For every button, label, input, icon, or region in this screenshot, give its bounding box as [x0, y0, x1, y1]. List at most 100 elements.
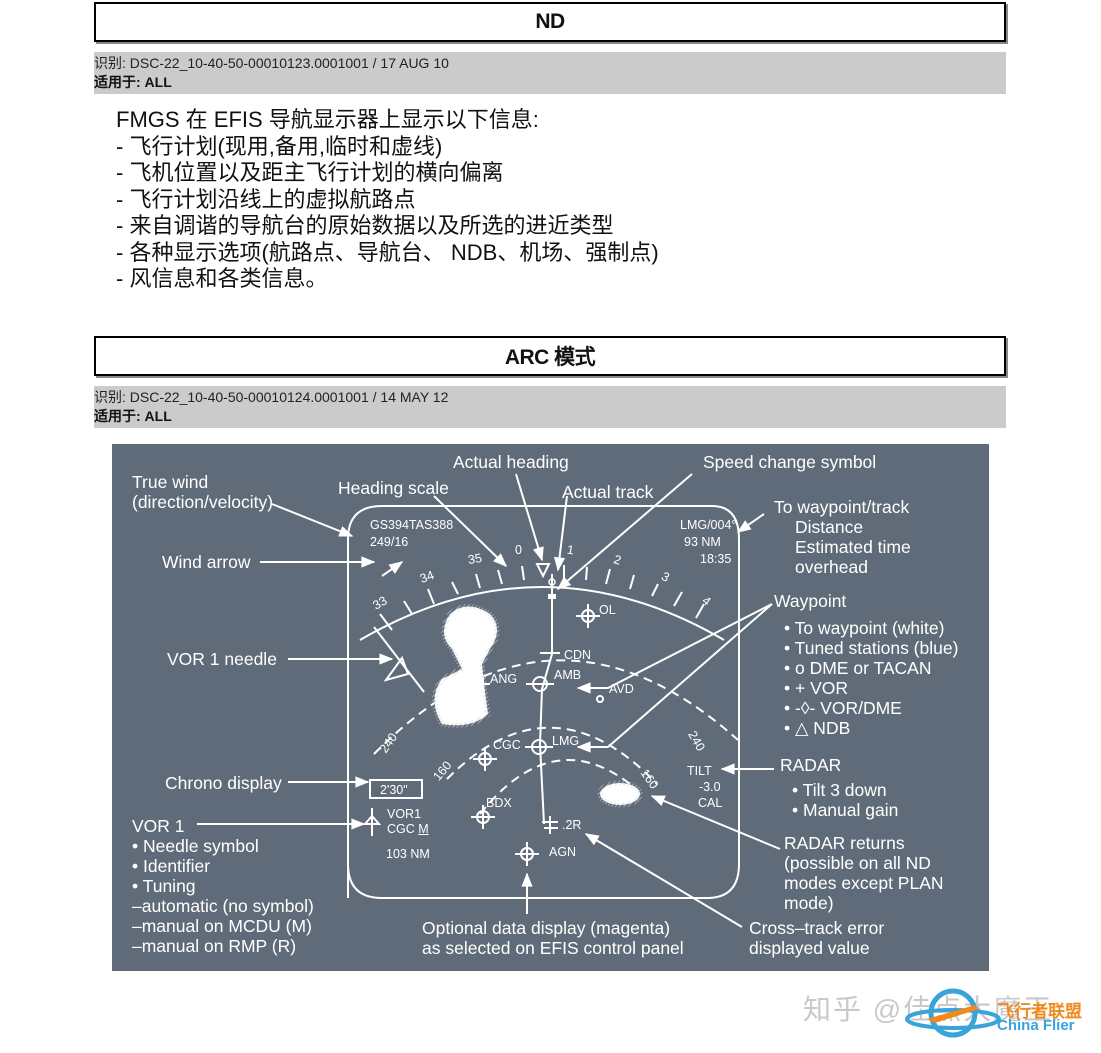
waypoint-label: AGN: [549, 845, 577, 859]
list-item: - 风信息和各类信息。: [116, 266, 328, 291]
actual-heading-marker: [535, 563, 551, 579]
section-meta-nd: 识别: DSC-22_10-40-50-00010123.0001001 / 1…: [94, 52, 1006, 94]
legend-item: –manual on MCDU (M): [132, 916, 312, 936]
doc-id-line: 识别: DSC-22_10-40-50-00010123.0001001 / 1…: [94, 55, 449, 71]
callout-optional-data: Optional data display (magenta) as selec…: [422, 918, 684, 958]
callout-radar: RADAR: [780, 755, 842, 775]
radar-gain: CAL: [698, 796, 723, 810]
eta-readout: 18:35: [700, 552, 732, 566]
wind-readout: 249/16: [370, 535, 409, 549]
callout-line: modes except PLAN: [784, 873, 944, 893]
legend-item: • △ NDB: [784, 718, 851, 738]
callout-line: Cross–track error: [749, 918, 885, 938]
legend-item: • Needle symbol: [132, 836, 259, 856]
callout-chrono: Chrono display: [165, 773, 282, 793]
callout-heading-scale: Heading scale: [338, 478, 449, 498]
callout-radar-returns: RADAR returns (possible on all ND modes …: [784, 833, 944, 913]
speed-change-symbol: [548, 594, 556, 599]
list-item: - 来自调谐的导航台的原始数据以及所选的进近类型: [116, 213, 614, 238]
waypoint-lmg: [525, 739, 553, 755]
applies-to-line: 适用于: ALL: [94, 74, 172, 90]
vor1-ident-text: CGC: [387, 822, 415, 836]
waypoint-ol: [576, 604, 600, 628]
dme-avd: [596, 695, 604, 703]
callout-line: mode): [784, 893, 834, 913]
waypoint-label: BDX: [486, 796, 512, 810]
wind-arrow-symbol: [381, 561, 404, 577]
logo-en: China Flier: [997, 1017, 1075, 1034]
callout-waypoint: Waypoint: [774, 591, 847, 611]
legend-item: • -◊- VOR/DME: [784, 698, 902, 718]
legend-item: –manual on RMP (R): [132, 936, 297, 956]
planet-plane-icon: [905, 988, 1001, 1038]
waypoint-label: CGC: [493, 738, 521, 752]
callout-line: Distance: [795, 517, 864, 537]
legend-item: • Tuning: [132, 876, 196, 896]
heading-tick-label: 35: [466, 550, 484, 568]
applies-to-line: 适用于: ALL: [94, 408, 172, 424]
section-title-nd: ND: [94, 2, 1006, 42]
callout-line: (possible on all ND: [784, 853, 931, 873]
list-item: - 飞机位置以及距主飞行计划的横向偏离: [116, 160, 504, 185]
weather-cell: [432, 604, 500, 728]
legend-item: • Tuned stations (blue): [784, 638, 959, 658]
waypoint-label: AMB: [554, 668, 582, 682]
waypoint-label: OL: [599, 603, 616, 617]
waypoint-legend: • To waypoint (white) • Tuned stations (…: [784, 618, 958, 738]
callout-line: as selected on EFIS control panel: [422, 938, 684, 958]
vor1-tuning: M: [418, 822, 429, 836]
callout-actual-heading: Actual heading: [453, 452, 569, 472]
legend-item: –automatic (no symbol): [132, 896, 314, 916]
gs-tas-readout: GS394TAS388: [370, 518, 454, 532]
compass-arc: [359, 586, 725, 641]
callout-line: overhead: [795, 557, 868, 577]
vor1-label: VOR1: [387, 807, 422, 821]
callout-cross-track: Cross–track error displayed value: [749, 918, 884, 958]
callout-line: (direction/velocity): [132, 492, 274, 512]
vor1-needle-head: [383, 655, 410, 682]
callout-speed-change: Speed change symbol: [703, 452, 877, 472]
list-item: - 飞行计划(现用,备用,临时和虚线): [116, 133, 443, 159]
radar-tilt-value: -3.0: [699, 780, 721, 794]
waypoint-label: ANG: [490, 672, 518, 686]
radar-legend: • Tilt 3 down • Manual gain: [792, 780, 898, 820]
waypoint-label: CDN: [564, 648, 592, 662]
callout-line: Estimated time: [795, 537, 911, 557]
vor1-ident: CGC M: [387, 822, 429, 836]
waypoint-amb: [526, 676, 554, 692]
callout-line: VOR 1: [132, 816, 185, 836]
callout-line: Optional data display (magenta): [422, 918, 671, 938]
radar-tilt-label: TILT: [687, 764, 712, 778]
china-flier-logo: 飞行者联盟 China Flier: [905, 983, 1095, 1045]
nd-arc-diagram: True wind (direction/velocity) Heading s…: [112, 444, 989, 971]
callout-vor1: VOR 1 • Needle symbol • Identifier • Tun…: [132, 816, 314, 956]
distance-readout: 93 NM: [684, 535, 721, 549]
section-title-arc: ARC 模式: [94, 336, 1006, 376]
legend-item: • o DME or TACAN: [784, 658, 932, 678]
list-item: - 各种显示选项(航路点、导航台、 NDB、机场、强制点): [116, 239, 659, 265]
legend-item: • Tilt 3 down: [792, 780, 887, 800]
to-waypoint-readout: LMG/004°: [680, 518, 737, 532]
chrono-value: 2'30": [380, 783, 408, 797]
waypoint-agn: [515, 842, 539, 866]
list-item: - 飞行计划沿线上的虚拟航路点: [116, 186, 416, 212]
callout-actual-track: Actual track: [562, 482, 654, 502]
callout-line: RADAR returns: [784, 833, 905, 853]
legend-item: • Identifier: [132, 856, 211, 876]
callout-line: To waypoint/track: [774, 497, 910, 517]
waypoint-label: AVD: [609, 682, 634, 696]
vor1-symbol: [362, 808, 382, 836]
intro-text: FMGS 在 EFIS 导航显示器上显示以下信息: - 飞行计划(现用,备用,临…: [116, 107, 659, 293]
section-meta-arc: 识别: DSC-22_10-40-50-00010124.0001001 / 1…: [94, 386, 1006, 428]
callout-line: displayed value: [749, 938, 870, 958]
callout-wind-arrow: Wind arrow: [162, 552, 251, 572]
section-title-text: ND: [535, 10, 565, 33]
radar-return: [597, 780, 643, 808]
heading-tick-label: 0: [515, 543, 522, 557]
callout-to-waypoint: To waypoint/track Distance Estimated tim…: [774, 497, 911, 577]
legend-item: • + VOR: [784, 678, 848, 698]
callout-line: True wind: [132, 472, 209, 492]
callout-true-wind: True wind (direction/velocity): [132, 472, 273, 512]
callout-vor1-needle: VOR 1 needle: [167, 649, 277, 669]
flight-plan-line: [538, 574, 553, 825]
